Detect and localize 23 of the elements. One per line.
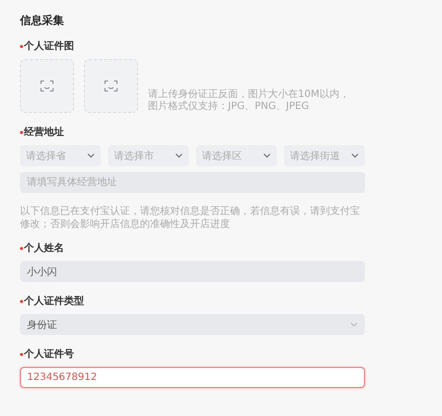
face-scan-icon: [40, 80, 54, 92]
chevron-down-icon: [351, 153, 359, 158]
chevron-down-icon: [87, 153, 95, 158]
region-dropdown[interactable]: 请选择街道: [284, 145, 365, 166]
field-label: 个人姓名: [24, 242, 64, 255]
upload-tile[interactable]: [20, 59, 74, 113]
upload-hint: 请上传身份证正反面，图片大小在10M以内，: [148, 89, 350, 100]
upload-tile[interactable]: [84, 59, 138, 113]
region-dropdown[interactable]: 请选择市: [108, 145, 189, 166]
region-dropdown[interactable]: 请选择区: [196, 145, 277, 166]
upload-hint: 图片格式仅支持：JPG、PNG、JPEG: [148, 101, 310, 113]
chevron-down-icon: [263, 153, 271, 158]
face-scan-icon: [104, 80, 118, 92]
notice-text: 以下信息已在支付宝认证，请您核对信息是否正确，若信息有误，请到支付宝修改；否则会影响开店信息的准确性及开店进度: [20, 205, 361, 231]
chevron-down-icon: [175, 153, 183, 158]
field-label: 经营地址: [24, 126, 64, 139]
field-label: 个人证件号: [24, 348, 74, 361]
text-field[interactable]: 12345678912: [20, 367, 365, 388]
region-dropdown[interactable]: 请选择省: [20, 145, 101, 166]
section-title: 信息采集: [20, 13, 65, 28]
field-label: 个人证件图: [24, 40, 74, 53]
chevron-down-icon: [350, 322, 358, 327]
field-label: 个人证件类型: [24, 294, 84, 308]
